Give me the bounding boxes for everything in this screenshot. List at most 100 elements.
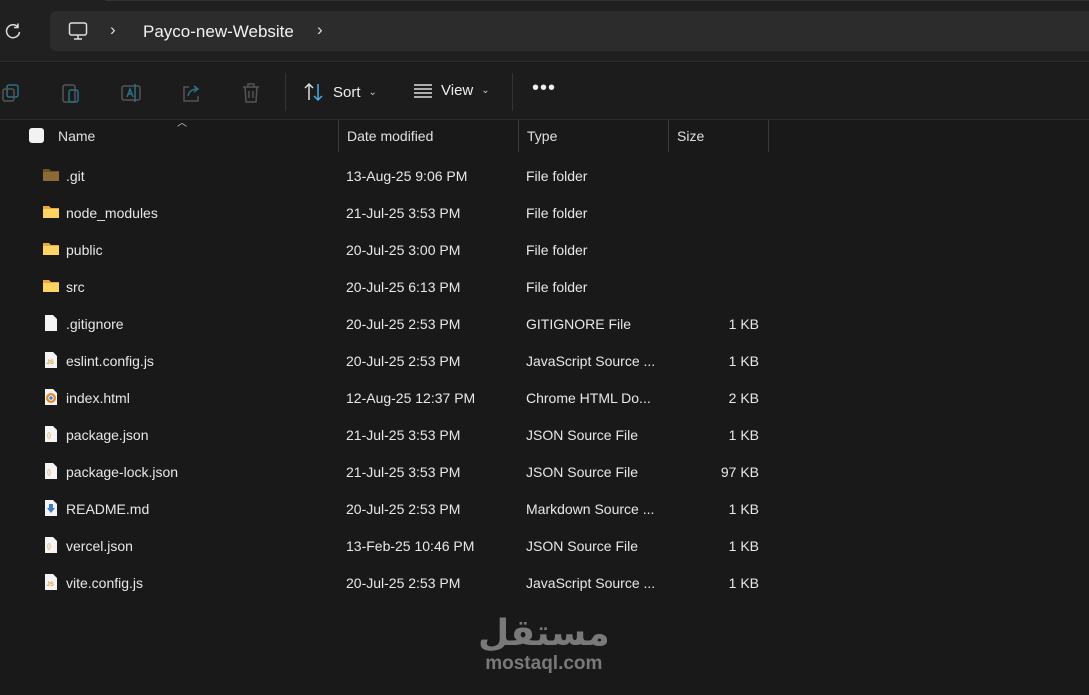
file-name: .git [66, 168, 85, 184]
file-date: 20-Jul-25 6:13 PM [346, 279, 461, 295]
json-icon: {} [42, 425, 60, 443]
file-date: 20-Jul-25 2:53 PM [346, 501, 461, 517]
divider [105, 0, 1089, 1]
js-icon: JS [42, 573, 60, 591]
file-size: 97 KB [720, 464, 759, 480]
watermark-arabic: مستقل [478, 613, 610, 654]
chevron-right-icon[interactable]: › [317, 20, 323, 40]
column-name[interactable]: Name [50, 120, 339, 152]
svg-text:{}: {} [47, 470, 51, 476]
list-view-icon [414, 83, 432, 98]
file-name: public [66, 242, 103, 258]
address-bar[interactable]: › Payco-new-Website › [50, 11, 1089, 51]
svg-text:JS: JS [47, 360, 54, 366]
file-size: 1 KB [728, 427, 759, 443]
file-type: JSON Source File [526, 464, 639, 480]
file-type: GITIGNORE File [526, 316, 632, 332]
file-type: Chrome HTML Do... [526, 390, 651, 406]
file-type: Markdown Source ... [526, 501, 655, 517]
file-name: package-lock.json [66, 464, 179, 480]
view-button[interactable]: View ⌄ [413, 82, 490, 99]
file-size: 2 KB [728, 390, 759, 406]
sort-button[interactable]: Sort ⌄ [303, 82, 377, 102]
file-type: File folder [526, 168, 588, 184]
file-row[interactable]: {} package.json 21-Jul-25 3:53 PM JSON S… [0, 417, 1089, 454]
share-icon[interactable] [179, 81, 203, 105]
this-pc-icon[interactable] [68, 21, 88, 41]
watermark-latin: mostaql.com [485, 653, 603, 674]
file-row[interactable]: {} vercel.json 13-Feb-25 10:46 PM JSON S… [0, 528, 1089, 565]
column-size[interactable]: Size [669, 120, 769, 152]
file-type: JavaScript Source ... [526, 575, 656, 591]
file-type: File folder [526, 279, 588, 295]
file-size: 1 KB [728, 501, 759, 517]
file-type: File folder [526, 205, 588, 221]
file-size: 1 KB [728, 575, 759, 591]
file-row[interactable]: .gitignore 20-Jul-25 2:53 PM GITIGNORE F… [0, 306, 1089, 343]
file-name: vite.config.js [66, 575, 144, 591]
file-name: vercel.json [66, 538, 133, 554]
file-name: package.json [66, 427, 149, 443]
file-row[interactable]: index.html 12-Aug-25 12:37 PM Chrome HTM… [0, 380, 1089, 417]
file-row[interactable]: JS vite.config.js 20-Jul-25 2:53 PM Java… [0, 565, 1089, 602]
folder-icon [42, 240, 60, 258]
json-icon: {} [42, 536, 60, 554]
file-row[interactable]: JS eslint.config.js 20-Jul-25 2:53 PM Ja… [0, 343, 1089, 380]
file-date: 21-Jul-25 3:53 PM [346, 427, 461, 443]
file-row[interactable]: src 20-Jul-25 6:13 PM File folder [0, 269, 1089, 306]
file-row[interactable]: {} package-lock.json 21-Jul-25 3:53 PM J… [0, 454, 1089, 491]
file-name: README.md [66, 501, 150, 517]
refresh-icon[interactable] [4, 22, 22, 40]
file-size: 1 KB [728, 316, 759, 332]
column-date-modified[interactable]: Date modified [339, 120, 519, 152]
folder-icon [42, 203, 60, 221]
file-size: 1 KB [728, 538, 759, 554]
file-icon [42, 314, 60, 332]
breadcrumb-item[interactable]: Payco-new-Website [143, 22, 294, 42]
chrome-icon [42, 388, 60, 406]
chevron-down-icon: ⌄ [368, 86, 377, 98]
file-row[interactable]: node_modules 21-Jul-25 3:53 PM File fold… [0, 195, 1089, 232]
copy-icon[interactable] [0, 81, 24, 105]
sort-label: Sort [333, 83, 361, 101]
file-name: .gitignore [66, 316, 124, 332]
divider [285, 73, 286, 111]
file-date: 20-Jul-25 2:53 PM [346, 353, 461, 369]
file-date: 13-Feb-25 10:46 PM [346, 538, 475, 554]
file-type: JavaScript Source ... [526, 353, 656, 369]
file-name: index.html [66, 390, 130, 406]
column-header: Name Date modified Type Size [0, 120, 1089, 152]
file-type: JSON Source File [526, 427, 639, 443]
watermark: مستقل mostaql.com [478, 615, 610, 675]
svg-text:JS: JS [47, 582, 54, 588]
view-label: View [441, 82, 474, 99]
divider [512, 73, 513, 111]
paste-icon[interactable] [59, 81, 83, 105]
more-options-icon[interactable]: ••• [532, 77, 556, 100]
file-date: 20-Jul-25 2:53 PM [346, 316, 461, 332]
file-date: 20-Jul-25 2:53 PM [346, 575, 461, 591]
sort-icon [304, 82, 323, 102]
folder-dark-icon [42, 166, 60, 184]
delete-icon[interactable] [239, 81, 263, 105]
title-bar: › Payco-new-Website › [0, 0, 1089, 62]
folder-icon [42, 277, 60, 295]
md-icon [42, 499, 60, 517]
file-type: File folder [526, 242, 588, 258]
file-row[interactable]: .git 13-Aug-25 9:06 PM File folder [0, 158, 1089, 195]
rename-icon[interactable] [119, 81, 143, 105]
file-name: node_modules [66, 205, 158, 221]
file-date: 13-Aug-25 9:06 PM [346, 168, 468, 184]
svg-text:{}: {} [47, 544, 51, 550]
file-date: 12-Aug-25 12:37 PM [346, 390, 476, 406]
svg-text:{}: {} [47, 433, 51, 439]
file-row[interactable]: public 20-Jul-25 3:00 PM File folder [0, 232, 1089, 269]
file-size: 1 KB [728, 353, 759, 369]
chevron-right-icon[interactable]: › [110, 20, 116, 40]
command-bar: Sort ⌄ View ⌄ ••• [0, 63, 1089, 120]
file-date: 21-Jul-25 3:53 PM [346, 464, 461, 480]
file-date: 20-Jul-25 3:00 PM [346, 242, 461, 258]
file-row[interactable]: README.md 20-Jul-25 2:53 PM Markdown Sou… [0, 491, 1089, 528]
chevron-down-icon: ⌄ [481, 85, 490, 96]
column-type[interactable]: Type [519, 120, 669, 152]
